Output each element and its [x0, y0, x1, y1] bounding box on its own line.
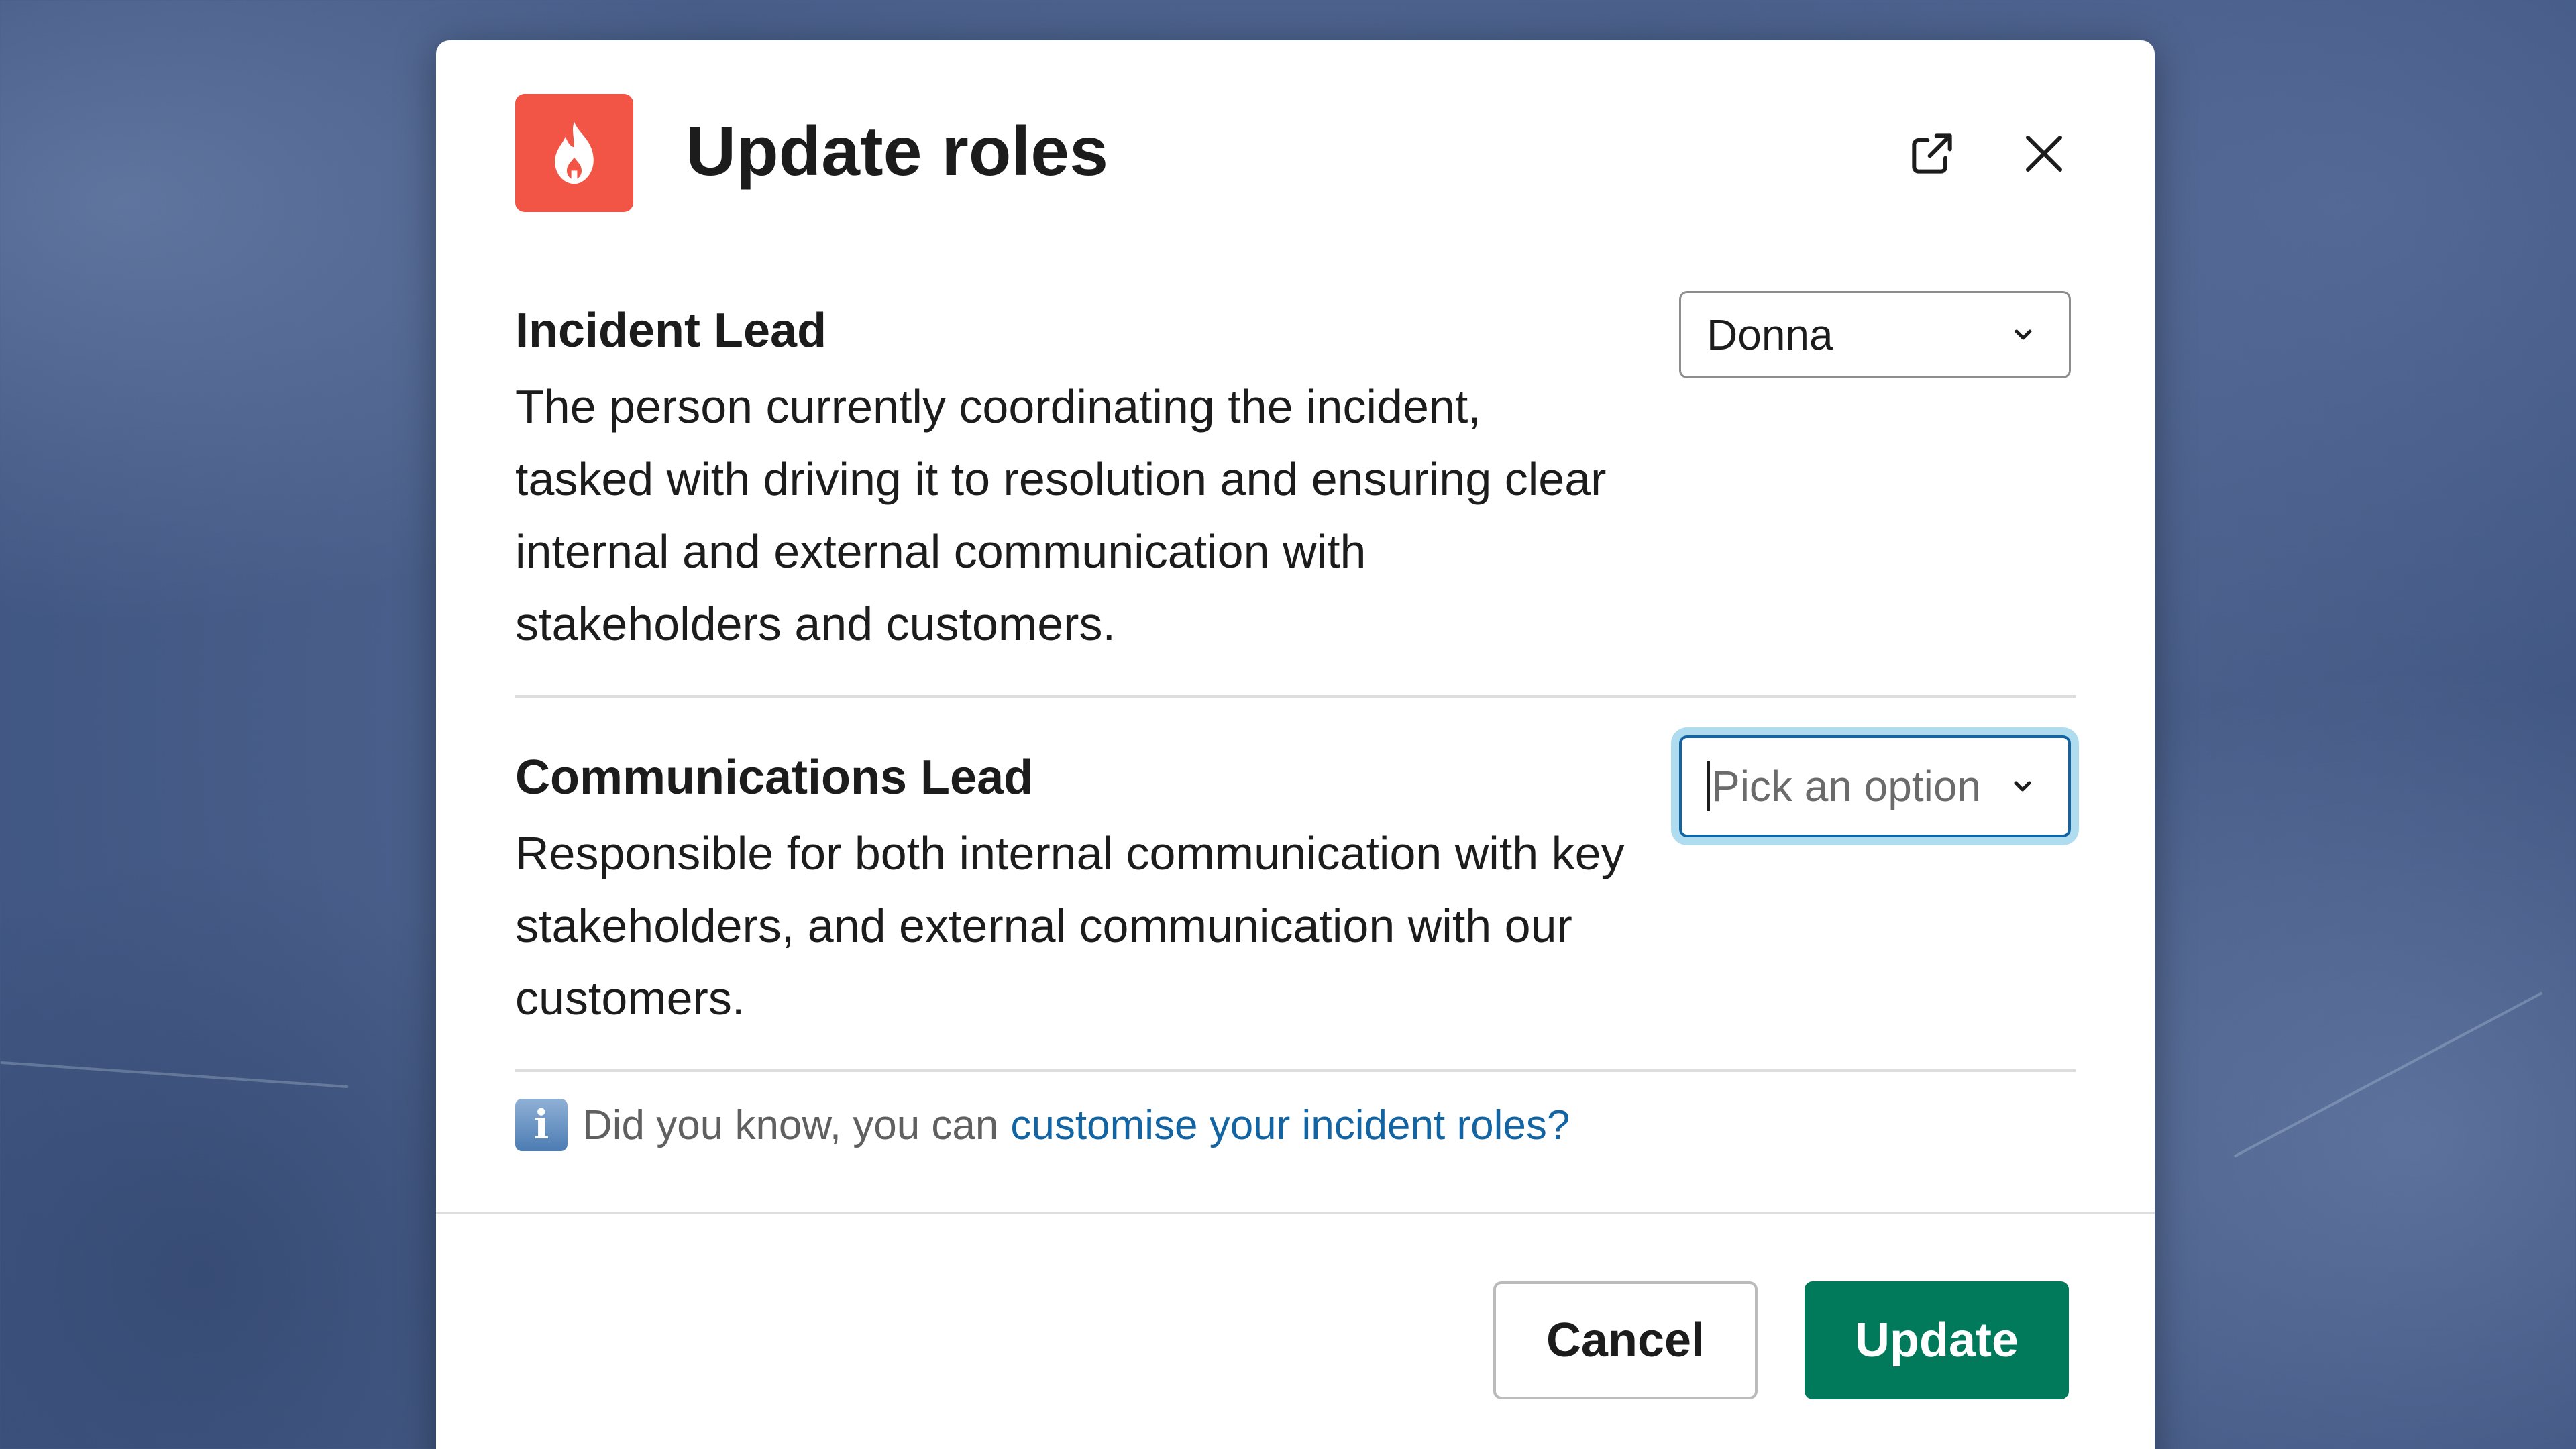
section-divider: [515, 695, 2076, 698]
incident-lead-description: The person currently coordinating the in…: [515, 380, 1607, 650]
tip-text: Did you know, you can: [582, 1102, 999, 1148]
external-link-icon: [1912, 133, 1952, 174]
incident-lead-title: Incident Lead: [515, 304, 827, 358]
chevron-down-icon: [2015, 329, 2032, 340]
incident-lead-select-value: Donna: [1707, 311, 1833, 359]
text-caret: [1707, 761, 1710, 811]
close-button[interactable]: [2007, 117, 2081, 191]
communications-lead-select[interactable]: Pick an option: [1679, 735, 2071, 837]
communications-lead-select-placeholder: Pick an option: [1711, 762, 1982, 810]
section-divider: [515, 1069, 2076, 1072]
communications-lead-description: Responsible for both internal communicat…: [515, 827, 1625, 1024]
chevron-down-icon: [2014, 781, 2031, 792]
modal-title: Update roles: [686, 113, 1108, 191]
open-in-new-window-button[interactable]: [1895, 117, 1969, 191]
cancel-button[interactable]: Cancel: [1493, 1281, 1758, 1399]
communications-lead-title: Communications Lead: [515, 751, 1034, 804]
update-roles-modal: Update roles Incident Lead The person cu…: [436, 40, 2155, 1449]
update-button[interactable]: Update: [1805, 1281, 2069, 1399]
footer-divider: [436, 1212, 2155, 1214]
info-icon: i: [515, 1099, 568, 1151]
app-logo: [515, 94, 633, 212]
background-scratch: [2233, 991, 2543, 1158]
incident-lead-select[interactable]: Donna: [1679, 291, 2071, 378]
roles-tip: i Did you know, you can customise your i…: [515, 1099, 1570, 1151]
customise-roles-link[interactable]: customise your incident roles?: [1010, 1102, 1570, 1149]
background-scratch: [0, 1061, 349, 1089]
flame-icon: [555, 121, 594, 184]
close-icon: [2026, 136, 2062, 172]
